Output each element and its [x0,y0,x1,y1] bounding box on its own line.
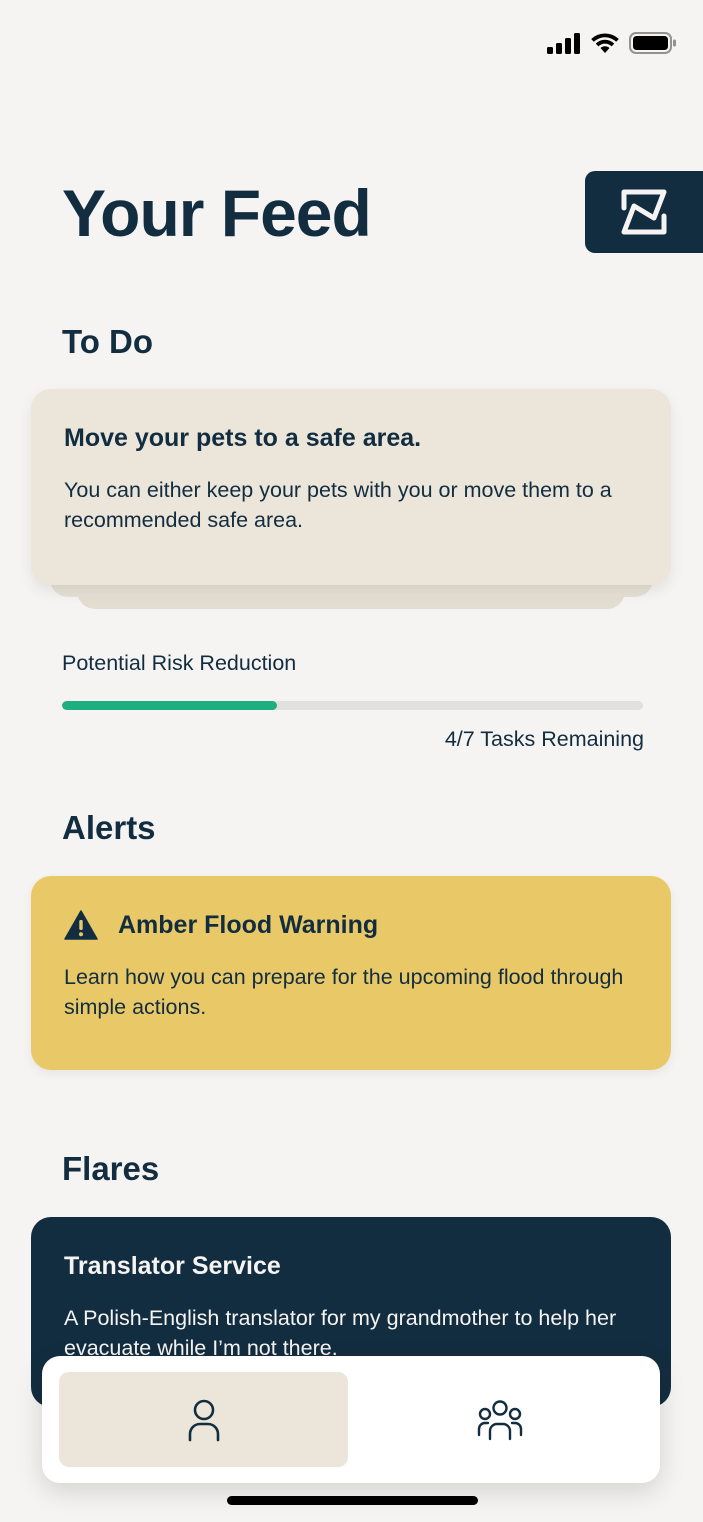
logo-button[interactable] [585,171,703,253]
tab-community[interactable] [355,1372,644,1467]
app-logo-icon [621,189,667,235]
tasks-remaining: 4/7 Tasks Remaining [444,727,644,751]
alert-title-row: Amber Flood Warning [64,910,638,940]
progress-label: Potential Risk Reduction [62,651,297,675]
flares-heading: Flares [62,1150,160,1187]
person-icon [188,1399,219,1441]
flare-card-title: Translator Service [64,1252,281,1280]
alert-card-body: Learn how you can prepare for the upcomi… [64,965,624,1019]
todo-card-title: Move your pets to a safe area. [64,424,422,452]
status-bar [547,28,677,58]
home-indicator [227,1496,478,1505]
tab-bar [42,1356,660,1483]
battery-icon [629,32,676,54]
alert-card[interactable]: Amber Flood Warning Learn how you can pr… [31,876,671,1070]
wifi-icon [591,33,619,53]
todo-card-body: You can either keep your pets with you o… [64,478,612,532]
page-title: Your Feed [62,176,372,250]
risk-progress-fill [62,701,277,710]
todo-card[interactable]: Move your pets to a safe area. You can e… [31,389,671,585]
warning-icon [64,910,98,940]
group-icon [477,1399,522,1440]
alert-card-title: Amber Flood Warning [118,911,379,939]
flare-card-body: A Polish-English translator for my grand… [64,1306,617,1360]
tab-personal[interactable] [59,1372,348,1467]
alerts-heading: Alerts [62,809,156,846]
todo-heading: To Do [62,323,154,360]
cellular-signal-icon [547,33,580,54]
risk-progress-bar [62,701,643,710]
